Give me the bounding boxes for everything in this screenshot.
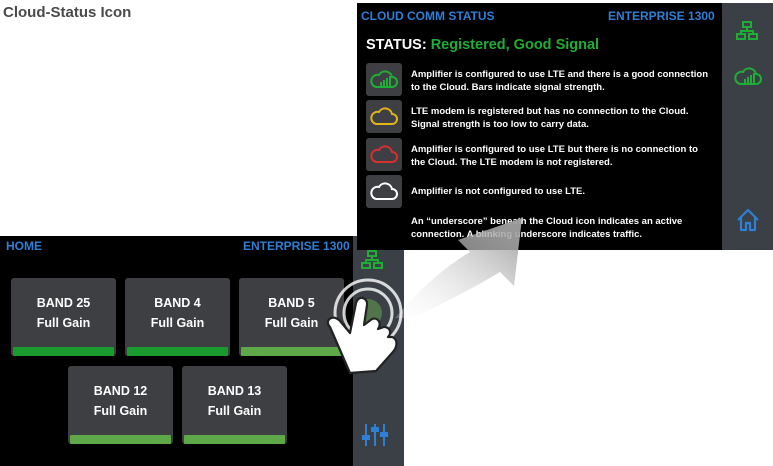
hand-pointer-icon: [326, 278, 403, 375]
transition-arrow: [395, 218, 522, 318]
